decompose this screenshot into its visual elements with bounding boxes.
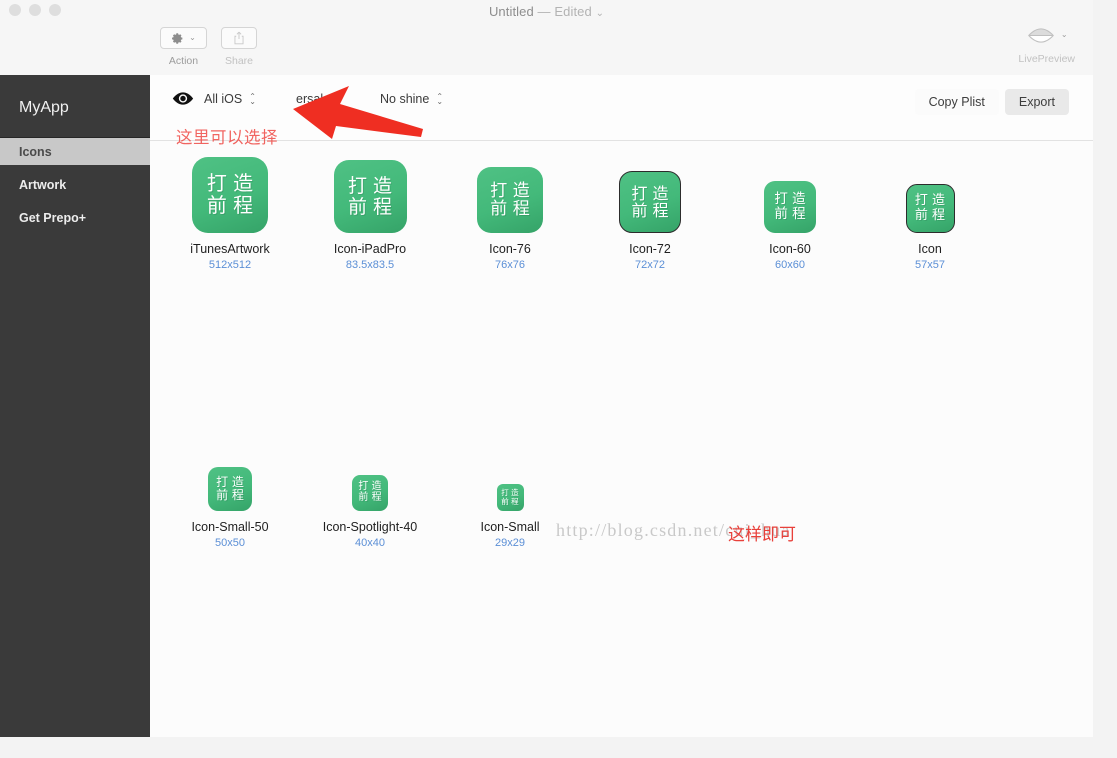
app-icon-text-line2: 前 程 bbox=[206, 193, 254, 217]
icon-grid-row: 打 造前 程 iTunesArtwork 512x512 打 造前 程 Icon-iPa… bbox=[160, 153, 1093, 271]
sidebar-item-label: Artwork bbox=[19, 177, 67, 192]
window-title-text: Untitled bbox=[488, 4, 534, 19]
app-icon-preview: 打 造前 程 bbox=[333, 160, 407, 233]
icon-size-label: 29x29 bbox=[495, 537, 525, 549]
share-icon bbox=[234, 31, 244, 45]
app-icon-text-line2: 前 程 bbox=[490, 199, 530, 219]
sidebar: MyApp Icons Artwork Get Prepo+ bbox=[0, 75, 150, 737]
app-icon-preview: 打 造前 程 bbox=[905, 184, 955, 233]
gear-icon bbox=[172, 32, 183, 44]
app-icon-text-line1: 打 造 bbox=[914, 193, 946, 209]
icon-cell[interactable]: 打 造前 程 Icon-60 60x60 bbox=[720, 153, 860, 271]
stepper-icon: ⌃⌄ bbox=[249, 91, 256, 106]
icon-size-label: 57x57 bbox=[915, 259, 945, 271]
icon-name-label: Icon-Small-50 bbox=[191, 520, 269, 534]
icon-cell[interactable]: 打 造前 程 Icon-iPadPro 83.5x83.5 bbox=[300, 153, 440, 271]
livepreview-button[interactable]: ⌄ bbox=[1026, 24, 1068, 46]
platform-select[interactable]: All iOS ⌃ ⌄ bbox=[204, 92, 296, 106]
share-label: Share bbox=[224, 55, 254, 67]
icon-cell[interactable]: 打 造前 程 Icon-Small-50 50x50 bbox=[160, 431, 300, 549]
app-icon-text-line1: 打 造 bbox=[490, 180, 530, 201]
icon-cell[interactable]: 打 造前 程 Icon-72 72x72 bbox=[580, 153, 720, 271]
sidebar-nav-list: Icons Artwork Get Prepo+ bbox=[0, 138, 150, 231]
chevron-down-icon[interactable]: ⌄ bbox=[189, 34, 196, 42]
platform-select-value: All iOS bbox=[204, 91, 243, 106]
icon-cell[interactable]: 打 造前 程 iTunesArtwork 512x512 bbox=[160, 153, 300, 271]
sidebar-item-label: Get Prepo+ bbox=[19, 210, 87, 225]
stepper-icon: ⌃⌄ bbox=[436, 91, 444, 106]
sidebar-app-name: MyApp bbox=[19, 99, 69, 116]
sidebar-item-get-prepo-plus[interactable]: Get Prepo+ bbox=[0, 204, 150, 231]
icon-size-label: 40x40 bbox=[355, 537, 385, 549]
sidebar-item-artwork[interactable]: Artwork bbox=[0, 171, 150, 198]
sidebar-item-label: Icons bbox=[19, 144, 52, 159]
eye-icon[interactable] bbox=[172, 91, 194, 106]
icon-name-label: Icon-Spotlight-40 bbox=[322, 520, 418, 534]
icon-grid: 打 造前 程 iTunesArtwork 512x512 打 造前 程 Icon-iPa… bbox=[150, 141, 1093, 737]
icon-name-label: Icon-Small bbox=[480, 520, 540, 534]
icon-cell[interactable]: 打 造前 程 Icon 57x57 bbox=[860, 153, 1000, 271]
livepreview-label: LivePreview bbox=[1018, 53, 1075, 65]
app-icon-preview: 打 造前 程 bbox=[764, 181, 816, 233]
app-icon-text-line2: 前 程 bbox=[358, 492, 382, 503]
export-button[interactable]: Export bbox=[1004, 89, 1069, 115]
app-window: Untitled — Edited ⌄ ⌄ Action Share ⌄ Liv… bbox=[0, 0, 1093, 737]
icon-size-label: 50x50 bbox=[215, 537, 245, 549]
toolbar-button-group: ⌄ Action Share bbox=[160, 27, 257, 67]
icon-size-label: 76x76 bbox=[495, 259, 525, 271]
window-titlebar: Untitled — Edited ⌄ ⌄ Action Share ⌄ Liv… bbox=[0, 0, 1093, 76]
icon-size-label: 512x512 bbox=[208, 259, 252, 271]
icon-name-label: Icon-72 bbox=[629, 242, 671, 256]
app-icon-text-line2: 前 程 bbox=[914, 207, 946, 223]
sidebar-item-icons[interactable]: Icons bbox=[0, 138, 150, 165]
window-title-dash: — bbox=[537, 4, 551, 19]
eye-icon bbox=[1027, 27, 1054, 43]
annotation-like-this: 这样即可 bbox=[728, 525, 796, 545]
app-icon-text-line2: 前 程 bbox=[631, 201, 669, 220]
icon-name-label: Icon bbox=[918, 242, 942, 256]
icon-name-label: iTunesArtwork bbox=[190, 242, 270, 256]
app-icon-preview: 打 造前 程 bbox=[496, 484, 524, 511]
icon-size-label: 72x72 bbox=[635, 259, 665, 271]
app-icon-text-line2: 前 程 bbox=[774, 206, 806, 222]
icon-name-label: Icon-60 bbox=[769, 242, 811, 256]
share-button[interactable] bbox=[221, 27, 257, 49]
icon-name-label: Icon-iPadPro bbox=[333, 242, 407, 256]
action-button[interactable]: ⌄ bbox=[160, 27, 207, 49]
annotation-select-here: 这里可以选择 bbox=[176, 128, 278, 147]
toolbar-share-item: Share bbox=[221, 27, 257, 67]
content-toolbar-actions: Copy Plist Export bbox=[914, 89, 1069, 115]
chevron-down-icon[interactable]: ⌄ bbox=[1061, 31, 1068, 39]
icon-cell[interactable]: 打 造前 程 Icon-Spotlight-40 40x40 bbox=[300, 431, 440, 549]
copy-plist-button[interactable]: Copy Plist bbox=[914, 89, 999, 115]
app-icon-text-line1: 打 造 bbox=[347, 174, 393, 197]
window-title: Untitled — Edited ⌄ bbox=[0, 4, 1093, 19]
red-arrow-annotation bbox=[293, 86, 423, 139]
desktop-background: Untitled — Edited ⌄ ⌄ Action Share ⌄ Liv… bbox=[0, 0, 1117, 758]
app-icon-text-line2: 前 程 bbox=[501, 496, 519, 506]
icon-name-label: Icon-76 bbox=[489, 242, 531, 256]
app-icon-preview: 打 造前 程 bbox=[192, 157, 268, 233]
app-icon-preview: 打 造前 程 bbox=[619, 171, 681, 233]
app-icon-text-line1: 打 造 bbox=[774, 191, 806, 208]
toolbar-action-item: ⌄ Action bbox=[160, 27, 207, 67]
livepreview-item: ⌄ LivePreview bbox=[1018, 24, 1075, 65]
app-icon-text-line1: 打 造 bbox=[206, 171, 254, 196]
app-icon-text-line2: 前 程 bbox=[216, 488, 244, 502]
icon-size-label: 83.5x83.5 bbox=[345, 259, 395, 271]
icon-cell[interactable]: 打 造前 程 Icon-76 76x76 bbox=[440, 153, 580, 271]
app-icon-text-line1: 打 造 bbox=[631, 183, 669, 203]
app-icon-preview: 打 造前 程 bbox=[352, 475, 388, 511]
app-icon-preview: 打 造前 程 bbox=[208, 467, 252, 511]
content-area: All iOS ⌃⌄ ersal ⌃⌄ No shine ⌃⌄ Copy Pli… bbox=[150, 75, 1093, 737]
app-icon-preview: 打 造前 程 bbox=[477, 167, 543, 233]
app-icon-text-line2: 前 程 bbox=[347, 195, 393, 218]
action-label: Action bbox=[168, 55, 199, 67]
chevron-down-icon[interactable]: ⌄ bbox=[596, 8, 604, 19]
window-title-state: Edited bbox=[554, 4, 592, 19]
icon-size-label: 60x60 bbox=[775, 259, 805, 271]
